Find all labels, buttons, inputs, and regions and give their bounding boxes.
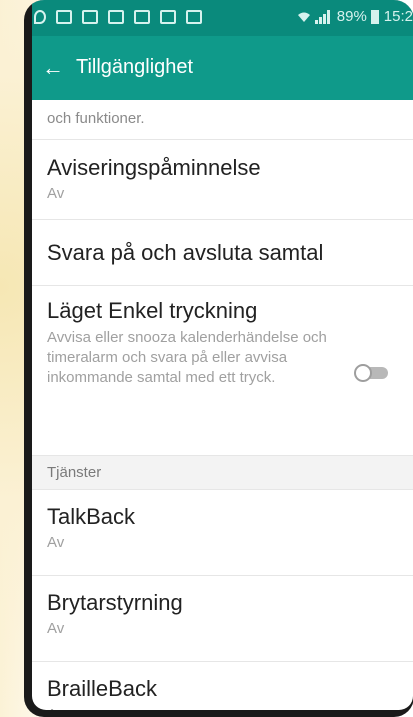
arrow-left-icon[interactable]: ← <box>42 54 70 82</box>
upload-icon <box>108 10 124 24</box>
gallery-icon <box>160 10 176 24</box>
clock: 15:2 <box>383 8 413 25</box>
item-title: Aviseringspåminnelse <box>47 155 261 180</box>
status-right: 89% 15:2 <box>297 8 413 25</box>
item-title: BrailleBack <box>47 676 158 701</box>
app-bar: ← Tillgänglighet <box>32 36 413 100</box>
service-talkback[interactable]: TalkBack Av <box>32 490 413 576</box>
item-status: Av <box>47 185 65 202</box>
screenshot-icon <box>186 10 202 24</box>
item-status: Av <box>47 706 413 710</box>
item-title: Svara på och avsluta samtal <box>47 240 324 265</box>
single-tap-toggle[interactable] <box>354 364 390 382</box>
image-icon <box>56 10 72 24</box>
item-status: Av <box>47 620 65 637</box>
wifi-icon <box>297 12 310 22</box>
setting-notification-reminder[interactable]: Aviseringspåminnelse Av <box>32 140 413 220</box>
phone-frame: 89% 15:2 ← Tillgänglighet · och funktion… <box>24 0 413 717</box>
battery-icon <box>370 9 379 24</box>
clipped-text-icon: · <box>47 100 52 105</box>
item-title: Brytarstyrning <box>47 590 183 615</box>
battery-percent: 89% <box>336 8 367 25</box>
status-bar: 89% 15:2 <box>32 0 413 36</box>
cloud-icon <box>134 10 150 24</box>
calendar-icon <box>82 10 98 24</box>
item-title: Läget Enkel tryckning <box>47 298 258 323</box>
page-title: Tillgänglighet <box>76 56 194 78</box>
setting-answer-end-calls[interactable]: Svara på och avsluta samtal <box>32 220 413 286</box>
settings-list[interactable]: · och funktioner. Aviseringspåminnelse A… <box>32 100 413 710</box>
item-status: Av <box>47 534 65 551</box>
item-description: och funktioner. <box>47 110 145 127</box>
item-title: TalkBack <box>47 504 136 529</box>
phone-screen: 89% 15:2 ← Tillgänglighet · och funktion… <box>32 0 413 710</box>
toggle-knob <box>354 364 372 382</box>
list-item-partial: · och funktioner. <box>32 100 413 140</box>
setting-single-tap-mode[interactable]: Läget Enkel tryckning Avvisa eller snooz… <box>32 286 413 456</box>
service-brailleback[interactable]: BrailleBack Av <box>32 662 413 710</box>
item-description: Avvisa eller snooza kalenderhändelse och… <box>47 329 327 386</box>
service-switch-access[interactable]: Brytarstyrning Av <box>32 576 413 662</box>
notification-icons <box>32 10 212 28</box>
location-icon <box>34 10 46 24</box>
signal-icon <box>314 9 331 24</box>
section-header-services: Tjänster <box>32 456 413 490</box>
